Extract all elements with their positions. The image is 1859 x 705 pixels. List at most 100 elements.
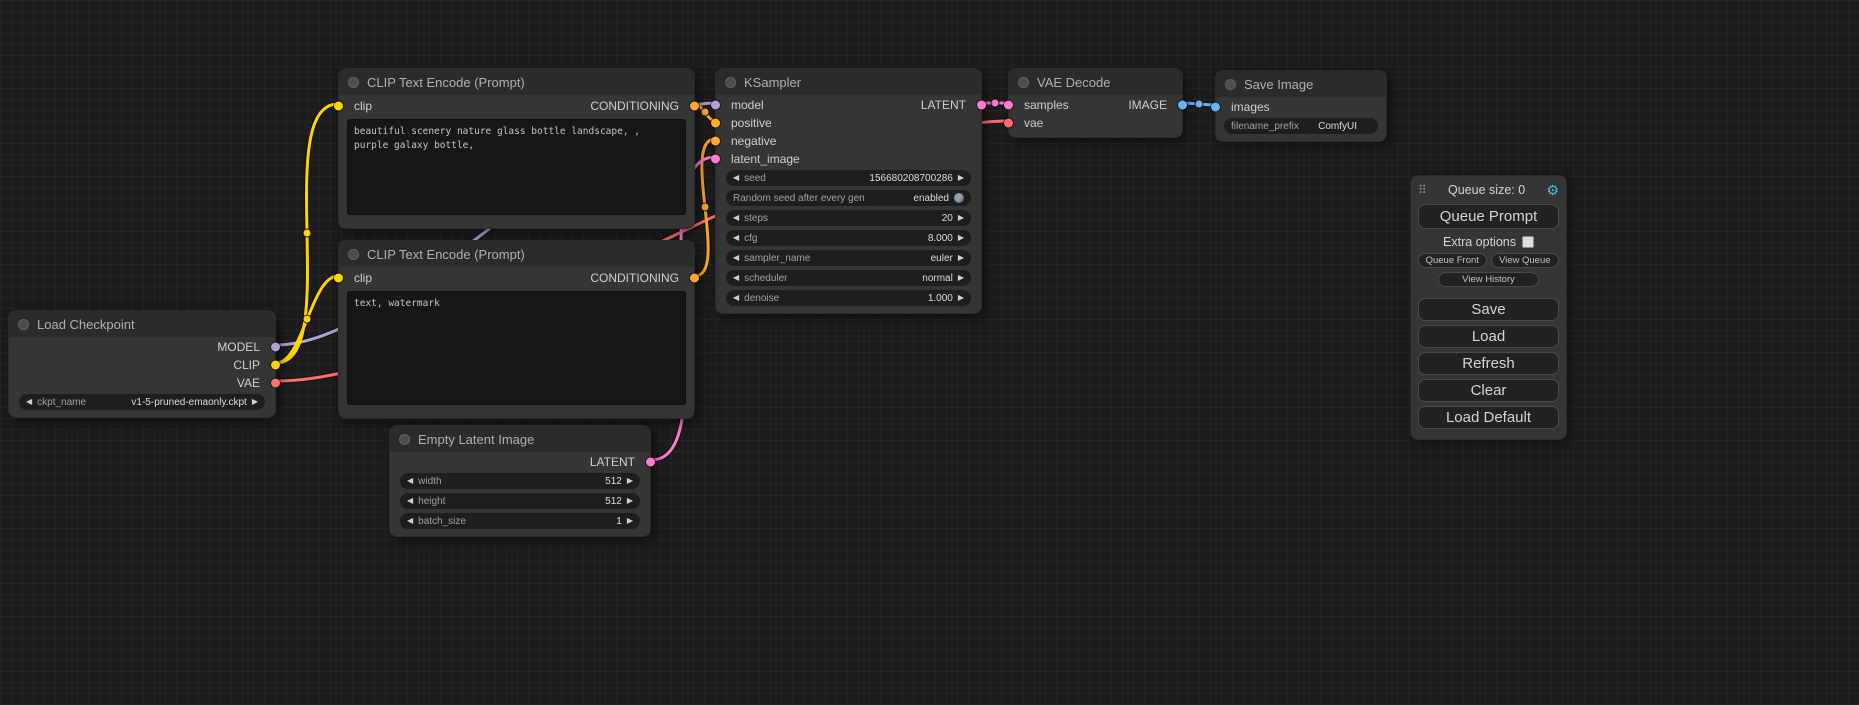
output-slot-clip[interactable] [271, 361, 280, 370]
queue-menu-header: ⠿ Queue size: 0 ⚙ [1418, 180, 1559, 200]
increment-arrow-icon[interactable]: ▶ [627, 497, 633, 505]
output-label-vae: VAE [237, 376, 260, 390]
decrement-arrow-icon[interactable]: ◀ [407, 477, 413, 485]
view-queue-button[interactable]: View Queue [1491, 253, 1560, 268]
input-slot-negative[interactable] [711, 137, 720, 146]
widget-height[interactable]: ◀ height 512 ▶ [400, 493, 640, 509]
increment-arrow-icon[interactable]: ▶ [252, 398, 258, 406]
node-save-image[interactable]: Save Image images filename_prefix ComfyU… [1215, 70, 1387, 142]
refresh-button[interactable]: Refresh [1418, 352, 1559, 375]
widget-cfg[interactable]: ◀ cfg 8.000 ▶ [726, 230, 971, 246]
increment-arrow-icon[interactable]: ▶ [627, 477, 633, 485]
collapse-dot-icon[interactable] [1225, 79, 1236, 90]
widget-steps[interactable]: ◀ steps 20 ▶ [726, 210, 971, 226]
widget-denoise[interactable]: ◀ denoise 1.000 ▶ [726, 290, 971, 306]
node-vae-decode[interactable]: VAE Decode samples IMAGE vae [1008, 68, 1183, 138]
input-slot-clip[interactable] [334, 274, 343, 283]
slot-row-clip-conditioning: clip CONDITIONING [339, 96, 694, 116]
output-row-latent: LATENT [390, 453, 650, 471]
extra-options-row: Extra options [1418, 235, 1559, 249]
decrement-arrow-icon[interactable]: ◀ [733, 234, 739, 242]
output-slot-conditioning[interactable] [690, 274, 699, 283]
load-default-button[interactable]: Load Default [1418, 406, 1559, 429]
node-empty-latent-image[interactable]: Empty Latent Image LATENT ◀ width 512 ▶ … [389, 425, 651, 537]
output-slot-vae[interactable] [271, 379, 280, 388]
view-history-button[interactable]: View History [1438, 272, 1540, 287]
input-row-negative: negative [716, 132, 981, 150]
clear-button[interactable]: Clear [1418, 379, 1559, 402]
node-ksampler[interactable]: KSampler model LATENT positive negative … [715, 68, 982, 314]
widget-filename-prefix[interactable]: filename_prefix ComfyUI [1224, 118, 1378, 134]
decrement-arrow-icon[interactable]: ◀ [407, 497, 413, 505]
widget-scheduler[interactable]: ◀ scheduler normal ▶ [726, 270, 971, 286]
decrement-arrow-icon[interactable]: ◀ [733, 274, 739, 282]
node-title-bar[interactable]: VAE Decode [1009, 69, 1182, 95]
collapse-dot-icon[interactable] [348, 249, 359, 260]
input-slot-samples[interactable] [1004, 101, 1013, 110]
node-title-bar[interactable]: CLIP Text Encode (Prompt) [339, 241, 694, 267]
decrement-arrow-icon[interactable]: ◀ [733, 294, 739, 302]
node-title-bar[interactable]: KSampler [716, 69, 981, 95]
output-slot-latent[interactable] [977, 101, 986, 110]
collapse-dot-icon[interactable] [1018, 77, 1029, 88]
input-slot-clip[interactable] [334, 102, 343, 111]
decrement-arrow-icon[interactable]: ◀ [733, 174, 739, 182]
collapse-dot-icon[interactable] [18, 319, 29, 330]
node-clip-text-encode-positive[interactable]: CLIP Text Encode (Prompt) clip CONDITION… [338, 68, 695, 229]
widget-seed[interactable]: ◀ seed 156680208700286 ▶ [726, 170, 971, 186]
input-slot-latent-image[interactable] [711, 155, 720, 164]
widget-label: sampler_name [744, 253, 810, 264]
node-title-bar[interactable]: Empty Latent Image [390, 426, 650, 452]
input-slot-vae[interactable] [1004, 119, 1013, 128]
positive-prompt-textarea[interactable]: beautiful scenery nature glass bottle la… [347, 119, 686, 215]
widget-ckpt-name[interactable]: ◀ ckpt_name v1-5-pruned-emaonly.ckpt ▶ [19, 394, 265, 410]
node-title-bar[interactable]: Load Checkpoint [9, 311, 275, 337]
widget-width[interactable]: ◀ width 512 ▶ [400, 473, 640, 489]
widget-label: height [418, 496, 445, 507]
input-slot-images[interactable] [1211, 103, 1220, 112]
increment-arrow-icon[interactable]: ▶ [958, 234, 964, 242]
save-button[interactable]: Save [1418, 298, 1559, 321]
input-slot-positive[interactable] [711, 119, 720, 128]
decrement-arrow-icon[interactable]: ◀ [733, 214, 739, 222]
input-label-model: model [731, 98, 764, 112]
collapse-dot-icon[interactable] [399, 434, 410, 445]
widget-value: 1.000 [928, 293, 953, 304]
increment-arrow-icon[interactable]: ▶ [958, 294, 964, 302]
output-slot-image[interactable] [1178, 101, 1187, 110]
load-button[interactable]: Load [1418, 325, 1559, 348]
input-slot-model[interactable] [711, 101, 720, 110]
decrement-arrow-icon[interactable]: ◀ [733, 254, 739, 262]
increment-arrow-icon[interactable]: ▶ [627, 517, 633, 525]
queue-prompt-button[interactable]: Queue Prompt [1418, 204, 1559, 229]
decrement-arrow-icon[interactable]: ◀ [407, 517, 413, 525]
queue-size-label: Queue size: 0 [1448, 183, 1525, 197]
increment-arrow-icon[interactable]: ▶ [958, 274, 964, 282]
collapse-dot-icon[interactable] [348, 77, 359, 88]
widget-batch-size[interactable]: ◀ batch_size 1 ▶ [400, 513, 640, 529]
increment-arrow-icon[interactable]: ▶ [958, 174, 964, 182]
node-title-bar[interactable]: CLIP Text Encode (Prompt) [339, 69, 694, 95]
negative-prompt-textarea[interactable]: text, watermark [347, 291, 686, 405]
widget-label: batch_size [418, 516, 466, 527]
drag-handle-icon[interactable]: ⠿ [1418, 183, 1427, 197]
node-clip-text-encode-negative[interactable]: CLIP Text Encode (Prompt) clip CONDITION… [338, 240, 695, 419]
collapse-dot-icon[interactable] [725, 77, 736, 88]
output-slot-model[interactable] [271, 343, 280, 352]
widget-random-seed-toggle[interactable]: Random seed after every gen enabled [726, 190, 971, 206]
input-label-positive: positive [731, 116, 772, 130]
queue-front-button[interactable]: Queue Front [1418, 253, 1487, 268]
output-slot-conditioning[interactable] [690, 102, 699, 111]
node-load-checkpoint[interactable]: Load Checkpoint MODEL CLIP VAE ◀ ckpt_na… [8, 310, 276, 418]
output-slot-latent[interactable] [646, 458, 655, 467]
node-graph-canvas[interactable]: Load Checkpoint MODEL CLIP VAE ◀ ckpt_na… [0, 0, 1859, 705]
toggle-ball-icon[interactable] [954, 193, 964, 203]
decrement-arrow-icon[interactable]: ◀ [26, 398, 32, 406]
increment-arrow-icon[interactable]: ▶ [958, 254, 964, 262]
extra-options-checkbox[interactable] [1522, 236, 1534, 248]
widget-sampler-name[interactable]: ◀ sampler_name euler ▶ [726, 250, 971, 266]
increment-arrow-icon[interactable]: ▶ [958, 214, 964, 222]
settings-gear-icon[interactable]: ⚙ [1546, 182, 1559, 199]
output-label-conditioning: CONDITIONING [590, 271, 679, 285]
node-title-bar[interactable]: Save Image [1216, 71, 1386, 97]
